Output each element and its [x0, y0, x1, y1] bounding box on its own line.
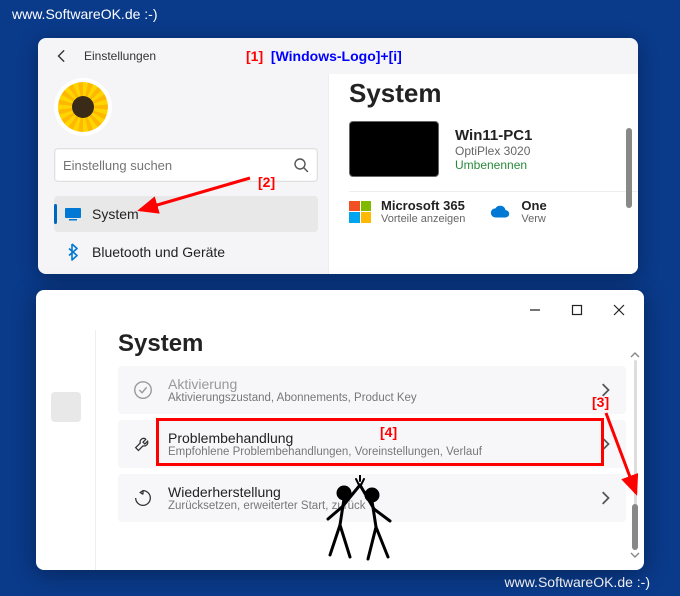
chevron-right-icon	[598, 491, 612, 505]
microsoft-logo-icon	[349, 201, 371, 223]
maximize-icon	[571, 304, 583, 316]
system-icon	[64, 205, 82, 223]
side-rail	[36, 330, 96, 570]
watermark-top: www.SoftwareOK.de :-)	[12, 6, 158, 22]
setting-title: Aktivierung	[168, 376, 584, 392]
tile-microsoft365[interactable]: Microsoft 365 Vorteile anzeigen	[349, 198, 465, 225]
rename-link[interactable]: Umbenennen	[455, 158, 532, 172]
main-content: System Win11-PC1 OptiPlex 3020 Umbenenne…	[328, 74, 638, 274]
back-arrow-icon	[55, 49, 69, 63]
setting-troubleshoot[interactable]: Problembehandlung Empfohlene Problembeha…	[118, 420, 626, 468]
window-title: Einstellungen	[84, 49, 156, 63]
scrollbar-thumb[interactable]	[632, 504, 638, 550]
close-icon	[613, 304, 625, 316]
setting-subtitle: Aktivierungszustand, Abonnements, Produc…	[168, 392, 584, 404]
search-icon	[293, 157, 309, 173]
minimize-icon	[529, 304, 541, 316]
nav-item-system[interactable]: System	[54, 196, 318, 232]
window-header: Einstellungen	[38, 38, 638, 74]
nav-item-bluetooth[interactable]: Bluetooth und Geräte	[54, 234, 318, 270]
titlebar	[36, 290, 644, 330]
scrollbar-thumb[interactable]	[626, 128, 632, 208]
setting-title: Wiederherstellung	[168, 484, 584, 500]
user-avatar[interactable]	[54, 78, 112, 136]
search-input[interactable]	[63, 158, 293, 173]
minimize-button[interactable]	[514, 294, 556, 326]
setting-title: Problembehandlung	[168, 430, 584, 446]
cloud-icon	[489, 201, 511, 223]
check-shield-icon	[132, 379, 154, 401]
settings-window: Einstellungen System Bluet	[38, 38, 638, 274]
settings-list: Aktivierung Aktivierungszustand, Abonnem…	[118, 366, 626, 522]
scroll-down-icon[interactable]	[630, 550, 640, 560]
page-heading: System	[349, 78, 638, 109]
device-card: Win11-PC1 OptiPlex 3020 Umbenennen	[349, 121, 638, 177]
wrench-icon	[132, 433, 154, 455]
setting-subtitle: Empfohlene Problembehandlungen, Voreinst…	[168, 446, 584, 458]
maximize-button[interactable]	[556, 294, 598, 326]
device-thumbnail	[349, 121, 439, 177]
chevron-right-icon	[598, 437, 612, 451]
close-button[interactable]	[598, 294, 640, 326]
setting-subtitle: Zurücksetzen, erweiterter Start, zurück	[168, 500, 584, 512]
scroll-up-icon[interactable]	[630, 350, 640, 360]
scrollbar[interactable]	[624, 82, 634, 268]
bluetooth-icon	[64, 243, 82, 261]
scrollbar[interactable]	[630, 350, 640, 560]
search-box[interactable]	[54, 148, 318, 182]
tile-title: Microsoft 365	[381, 198, 465, 213]
chevron-right-icon	[598, 383, 612, 397]
side-stub[interactable]	[51, 392, 81, 422]
info-tiles: Microsoft 365 Vorteile anzeigen One Verw	[349, 191, 638, 225]
device-model: OptiPlex 3020	[455, 144, 532, 158]
sidebar: System Bluetooth und Geräte	[38, 74, 328, 274]
nav-label-bluetooth: Bluetooth und Geräte	[92, 244, 225, 260]
main-panel: System Aktivierung Aktivierungszustand, …	[96, 330, 644, 570]
device-name: Win11-PC1	[455, 127, 532, 144]
scrollbar-track[interactable]	[634, 360, 637, 550]
tile-subtitle: Vorteile anzeigen	[381, 213, 465, 225]
tile-subtitle: Verw	[521, 213, 546, 225]
recovery-icon	[132, 487, 154, 509]
setting-activation[interactable]: Aktivierung Aktivierungszustand, Abonnem…	[118, 366, 626, 414]
tile-onedrive[interactable]: One Verw	[489, 198, 546, 225]
watermark-bottom: www.SoftwareOK.de :-)	[505, 574, 651, 590]
system-detail-window: System Aktivierung Aktivierungszustand, …	[36, 290, 644, 570]
setting-recovery[interactable]: Wiederherstellung Zurücksetzen, erweiter…	[118, 474, 626, 522]
tile-title: One	[521, 198, 546, 213]
back-button[interactable]	[50, 44, 74, 68]
nav-list: System Bluetooth und Geräte	[54, 196, 318, 270]
section-heading: System	[118, 330, 626, 358]
nav-label-system: System	[92, 206, 139, 222]
